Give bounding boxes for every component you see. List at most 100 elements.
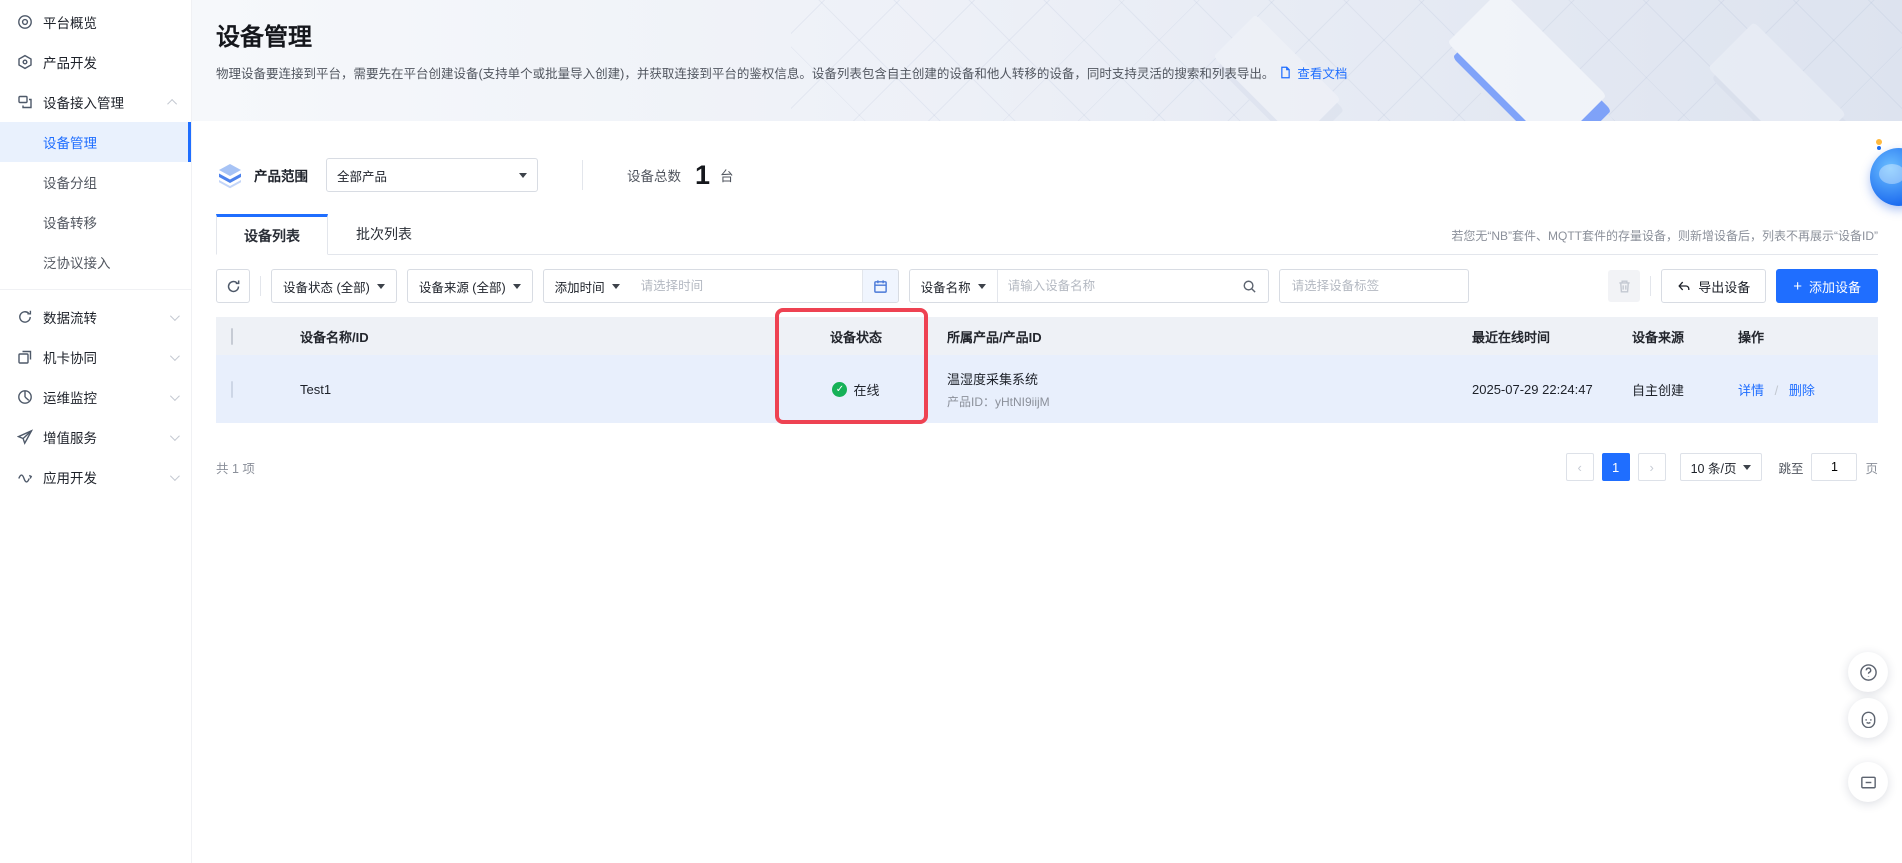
sidebar-subitem-label: 设备转移 (43, 212, 97, 232)
calendar-icon (873, 279, 888, 294)
tab-device-list[interactable]: 设备列表 (216, 214, 328, 255)
chevron-down-icon (170, 471, 180, 481)
app-development-icon (16, 469, 33, 486)
search-button[interactable] (1232, 270, 1268, 302)
sidebar-item-label: 增值服务 (43, 427, 97, 447)
filter-divider (260, 276, 261, 296)
page-1-button[interactable]: 1 (1602, 453, 1630, 481)
device-tag-input[interactable] (1279, 269, 1469, 303)
sidebar-item-pan-protocol-access[interactable]: 泛协议接入 (0, 242, 191, 282)
sidebar-item-sim-collaboration[interactable]: 机卡协同 (0, 337, 191, 377)
product-id: 产品ID：yHtNI9iijM (947, 393, 1456, 410)
chevron-down-icon (170, 391, 180, 401)
device-name-input[interactable] (998, 270, 1232, 302)
device-total-value: 1 (695, 160, 710, 191)
sidebar-item-device-groups[interactable]: 设备分组 (0, 162, 191, 202)
chevron-up-icon (167, 98, 177, 108)
sidebar-item-data-flow[interactable]: 数据流转 (0, 297, 191, 337)
device-status-filter-label: 设备状态 (全部) (283, 277, 370, 296)
prev-page-button[interactable]: ‹ (1566, 453, 1594, 481)
jump-to-label: 跳至 (1778, 458, 1803, 477)
caret-down-icon (377, 284, 385, 293)
chevron-down-icon (170, 351, 180, 361)
device-source-filter[interactable]: 设备来源 (全部) (407, 269, 533, 303)
online-status-icon: ✓ (832, 382, 847, 397)
device-name-cell[interactable]: Test1 (286, 382, 781, 397)
actions-cell: 详情 / 删除 (1722, 380, 1878, 399)
detail-link[interactable]: 详情 (1738, 383, 1764, 398)
sidebar-item-label: 数据流转 (43, 307, 97, 327)
column-header-actions: 操作 (1722, 327, 1878, 346)
export-devices-button[interactable]: 导出设备 (1661, 269, 1766, 303)
caret-down-icon (978, 284, 986, 293)
caret-down-icon (513, 284, 521, 293)
page-header-banner: 设备管理 物理设备要连接到平台，需要先在平台创建设备(支持单个或批量导入创建)，… (192, 0, 1902, 121)
page-size-value: 10 条/页 (1691, 458, 1737, 477)
delete-selected-button[interactable] (1608, 270, 1640, 302)
table-row: Test1 ✓ 在线 温湿度采集系统 产品ID：yHtNI9iijM 2025-… (216, 355, 1878, 423)
device-status-cell: ✓ 在线 (781, 380, 931, 399)
sidebar-subitem-label: 设备分组 (43, 172, 97, 192)
column-header-status: 设备状态 (781, 327, 931, 346)
sidebar-item-label: 平台概览 (43, 12, 97, 32)
sidebar-item-app-development[interactable]: 应用开发 (0, 457, 191, 497)
sidebar-item-value-added-service[interactable]: 增值服务 (0, 417, 191, 457)
chevron-down-icon (170, 431, 180, 441)
page-size-select[interactable]: 10 条/页 (1680, 453, 1763, 481)
add-device-button[interactable]: + 添加设备 (1776, 269, 1878, 303)
jump-unit-label: 页 (1865, 458, 1878, 477)
product-scope-select[interactable]: 全部产品 (326, 158, 538, 192)
sidebar-divider (0, 289, 191, 290)
notice-text: 若您无“NB”套件、MQTT套件的存量设备，则新增设备后，列表不再展示“设备ID… (1451, 227, 1878, 244)
sidebar-subitem-label: 泛协议接入 (43, 252, 111, 272)
device-name-label: 设备名称 (921, 277, 971, 296)
product-scope-label: 产品范围 (254, 165, 308, 185)
device-status-filter[interactable]: 设备状态 (全部) (271, 269, 397, 303)
row-checkbox[interactable] (231, 381, 233, 398)
sidebar-item-ops-monitor[interactable]: 运维监控 (0, 377, 191, 417)
view-docs-link[interactable]: 查看文档 (1297, 63, 1347, 82)
caret-down-icon (519, 173, 527, 182)
refresh-icon (226, 279, 241, 294)
sidebar-item-product-development[interactable]: 产品开发 (0, 42, 191, 82)
device-name-dropdown[interactable]: 设备名称 (910, 270, 998, 302)
feedback-button[interactable] (1848, 762, 1888, 802)
add-time-label: 添加时间 (555, 277, 605, 296)
sidebar-item-device-access[interactable]: 设备接入管理 (0, 82, 191, 122)
add-device-label: 添加设备 (1809, 277, 1861, 296)
customer-service-button[interactable] (1848, 698, 1888, 738)
add-time-dropdown[interactable]: 添加时间 (544, 270, 631, 302)
product-development-icon (16, 54, 33, 71)
help-button[interactable] (1848, 652, 1888, 692)
select-all-checkbox[interactable] (231, 328, 233, 345)
delete-link[interactable]: 删除 (1789, 383, 1815, 398)
page-description: 物理设备要连接到平台，需要先在平台创建设备(支持单个或批量导入创建)，并获取连接… (216, 63, 1274, 82)
sidebar: 平台概览 产品开发 设备接入管理 设备管理 设备分组 设备转移 泛协议接入 数据… (0, 0, 192, 863)
caret-down-icon (1743, 465, 1751, 474)
chevron-down-icon (170, 311, 180, 321)
platform-overview-icon (16, 14, 33, 31)
sidebar-item-label: 产品开发 (43, 52, 97, 72)
next-page-button[interactable]: › (1638, 453, 1666, 481)
export-devices-label: 导出设备 (1698, 277, 1750, 296)
time-range-input[interactable] (631, 270, 862, 302)
refresh-button[interactable] (216, 269, 250, 303)
data-flow-icon (16, 309, 33, 326)
export-icon (1677, 279, 1691, 293)
tab-batch-list[interactable]: 批次列表 (328, 213, 440, 254)
vertical-divider (582, 160, 583, 190)
sidebar-item-device-transfer[interactable]: 设备转移 (0, 202, 191, 242)
calendar-button[interactable] (862, 270, 898, 302)
trash-icon (1617, 279, 1632, 294)
main-area: 设备管理 物理设备要连接到平台，需要先在平台创建设备(支持单个或批量导入创建)，… (192, 0, 1902, 863)
sim-collaboration-icon (16, 349, 33, 366)
jump-to-page-input[interactable] (1811, 453, 1857, 481)
device-total-unit: 台 (720, 165, 734, 185)
sidebar-item-device-management[interactable]: 设备管理 (0, 122, 191, 162)
filter-divider (1650, 276, 1651, 296)
document-icon (1279, 66, 1292, 80)
sidebar-item-platform-overview[interactable]: 平台概览 (0, 2, 191, 42)
value-added-service-icon (16, 429, 33, 446)
action-separator: / (1775, 383, 1779, 398)
page-title: 设备管理 (216, 17, 1878, 52)
